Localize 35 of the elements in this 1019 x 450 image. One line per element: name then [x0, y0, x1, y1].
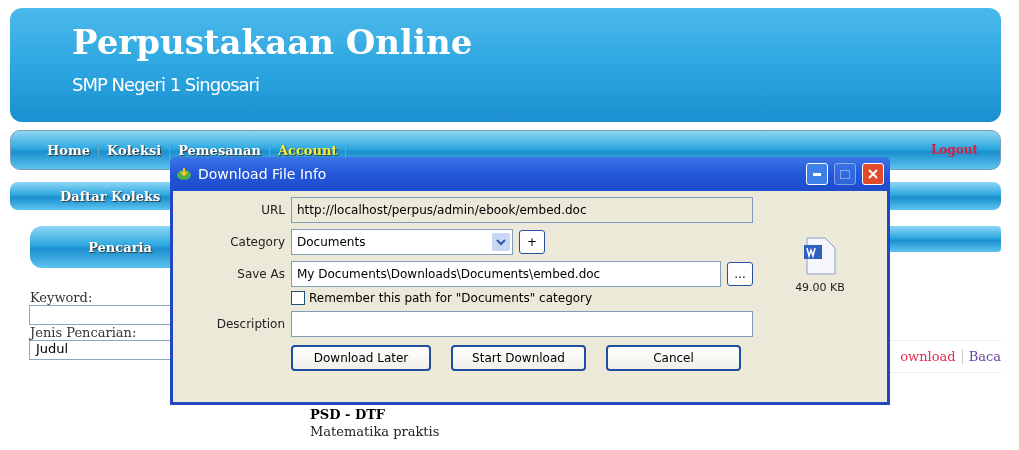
- action-link[interactable]: ownload: [900, 349, 956, 364]
- add-category-button[interactable]: +: [519, 230, 545, 254]
- description-field[interactable]: [291, 311, 753, 337]
- save-as-label: Save As: [236, 267, 285, 281]
- description-label: Description: [215, 317, 285, 331]
- category-select[interactable]: Documents: [291, 229, 513, 255]
- url-label: URL: [260, 203, 285, 217]
- dialog-title: Download File Info: [198, 166, 327, 182]
- download-icon: [176, 167, 192, 181]
- maximize-icon: [840, 169, 850, 179]
- dialog-button[interactable]: Cancel: [606, 345, 741, 371]
- site-subtitle: SMP Negeri 1 Singosari: [72, 74, 260, 95]
- section-title: Daftar Koleks: [60, 188, 161, 204]
- dialog-button[interactable]: Download Later: [291, 345, 431, 371]
- site-title: Perpustakaan Online: [72, 22, 474, 62]
- url-field[interactable]: http://localhost/perpus/admin/ebook/embed.doc: [291, 197, 753, 223]
- action-link[interactable]: Baca: [968, 349, 1001, 364]
- search-heading: Pencaria: [88, 239, 152, 255]
- close-button[interactable]: [862, 163, 884, 185]
- file-size: 49.00 KB: [795, 281, 845, 294]
- category-label: Category: [229, 235, 285, 249]
- entry-subtitle: Matematika praktis: [310, 424, 441, 439]
- remember-label: Remember this path for "Documents" category: [309, 291, 593, 305]
- remember-checkbox[interactable]: [291, 291, 305, 305]
- browse-button[interactable]: ...: [727, 262, 753, 286]
- close-icon: [868, 169, 878, 179]
- document-icon: [803, 237, 837, 275]
- minimize-button[interactable]: [806, 163, 828, 185]
- minimize-icon: [813, 172, 821, 176]
- save-as-field[interactable]: My Documents\Downloads\Documents\embed.doc: [291, 261, 721, 287]
- dialog-button[interactable]: Start Download: [451, 345, 586, 371]
- entry-title: PSD - DTF: [310, 407, 387, 422]
- search-type-label: Jenis Pencarian:: [30, 325, 138, 340]
- chevron-icon: [492, 233, 510, 251]
- keyword-label: Keyword:: [30, 290, 94, 305]
